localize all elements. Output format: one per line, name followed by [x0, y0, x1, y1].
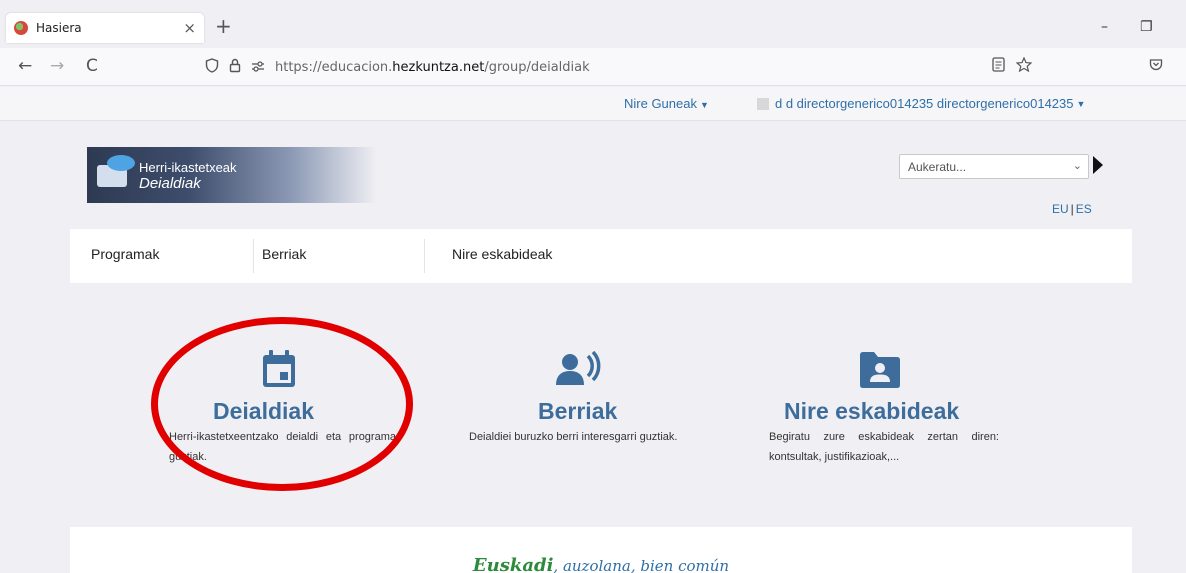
my-sites-dropdown[interactable]: Nire Guneak ▼: [624, 96, 709, 111]
caret-down-icon: ▼: [699, 100, 709, 110]
url-path: /group/deialdiak: [484, 59, 590, 75]
card-desc-deialdiak: Herri-ikastetxeentzako deialdi eta progr…: [169, 431, 396, 463]
user-menu-dropdown[interactable]: d d directorgenerico014235 directorgener…: [757, 96, 1085, 111]
url-text[interactable]: https://educacion.hezkuntza.net/group/de…: [275, 60, 590, 75]
site-logo[interactable]: Herri-ikastetxeak Deialdiak: [87, 147, 377, 203]
menu-item-programak[interactable]: Programak: [91, 246, 159, 262]
url-domain: hezkuntza.net: [392, 59, 485, 75]
site-favicon-icon: [14, 21, 28, 35]
pocket-icon[interactable]: [1149, 57, 1163, 75]
browser-tab-strip: Hasiera × + – ❐: [0, 0, 1186, 46]
menu-item-nire-eskabideak[interactable]: Nire eskabideak: [452, 246, 552, 262]
footer-motto: Euskadi, auzolana, bien común: [70, 555, 1132, 573]
card-desc-nire-eskabideak: Begiratu zure eskabideak zertan diren: k…: [769, 431, 999, 463]
calendar-icon[interactable]: [261, 349, 297, 394]
address-bar[interactable]: https://educacion.hezkuntza.net/group/de…: [205, 53, 1045, 81]
bookmark-star-icon[interactable]: [1015, 56, 1033, 76]
site-top-bar: Nire Guneak ▼ d d directorgenerico014235 …: [0, 87, 1186, 121]
menu-divider: [253, 239, 254, 273]
motto-euskadi: Euskadi: [472, 555, 554, 573]
avatar: [757, 97, 769, 110]
lang-separator: |: [1070, 202, 1074, 216]
footer-band: Euskadi, auzolana, bien común: [70, 527, 1132, 573]
go-arrow-button[interactable]: [1093, 156, 1103, 174]
url-prefix: https://educacion.: [275, 59, 393, 75]
logo-line-1: Herri-ikastetxeak: [139, 160, 237, 175]
shield-icon[interactable]: [205, 57, 219, 77]
menu-item-berriak[interactable]: Berriak: [262, 246, 306, 262]
browser-nav-bar: ← → C https://educacion.hezkuntza.net/gr…: [0, 48, 1186, 86]
site-selector[interactable]: Aukeratu... ⌄: [899, 154, 1089, 179]
lang-eu-link[interactable]: EU: [1052, 202, 1069, 216]
card-title-deialdiak[interactable]: Deialdiak: [213, 398, 314, 425]
speaker-person-icon[interactable]: [555, 350, 603, 392]
restore-window-button[interactable]: ❐: [1140, 19, 1153, 35]
logo-line-2: Deialdiak: [139, 175, 201, 192]
reload-button[interactable]: C: [86, 57, 98, 75]
browser-tab[interactable]: Hasiera ×: [6, 13, 204, 43]
lang-es-link[interactable]: ES: [1076, 202, 1092, 216]
main-menu: Programak Berriak Nire eskabideak: [70, 229, 1132, 283]
user-folder-icon[interactable]: [858, 351, 902, 394]
tab-title: Hasiera: [36, 21, 82, 35]
language-switcher: EU | ES: [1052, 202, 1092, 216]
my-sites-label: Nire Guneak: [624, 96, 697, 111]
user-name: d d directorgenerico014235 directorgener…: [775, 96, 1074, 111]
caret-down-icon: ▼: [1076, 98, 1086, 109]
close-tab-icon[interactable]: ×: [183, 19, 196, 37]
site-selector-value: Aukeratu...: [908, 160, 967, 174]
chevron-down-icon: ⌄: [1072, 160, 1082, 172]
back-button[interactable]: ←: [18, 57, 32, 75]
minimize-window-button[interactable]: –: [1101, 19, 1108, 35]
forward-button[interactable]: →: [50, 57, 64, 75]
lock-icon[interactable]: [229, 58, 241, 77]
permissions-icon[interactable]: [251, 58, 265, 76]
card-desc-berriak: Deialdiei buruzko berri interesgarri guz…: [469, 431, 678, 443]
motto-rest: , auzolana, bien común: [553, 557, 730, 573]
logo-bubble-icon: [107, 155, 135, 171]
card-title-nire-eskabideak[interactable]: Nire eskabideak: [784, 398, 959, 425]
new-tab-button[interactable]: +: [215, 16, 232, 36]
card-title-berriak[interactable]: Berriak: [538, 398, 617, 425]
menu-divider: [424, 239, 425, 273]
reader-view-icon[interactable]: [992, 57, 1005, 76]
